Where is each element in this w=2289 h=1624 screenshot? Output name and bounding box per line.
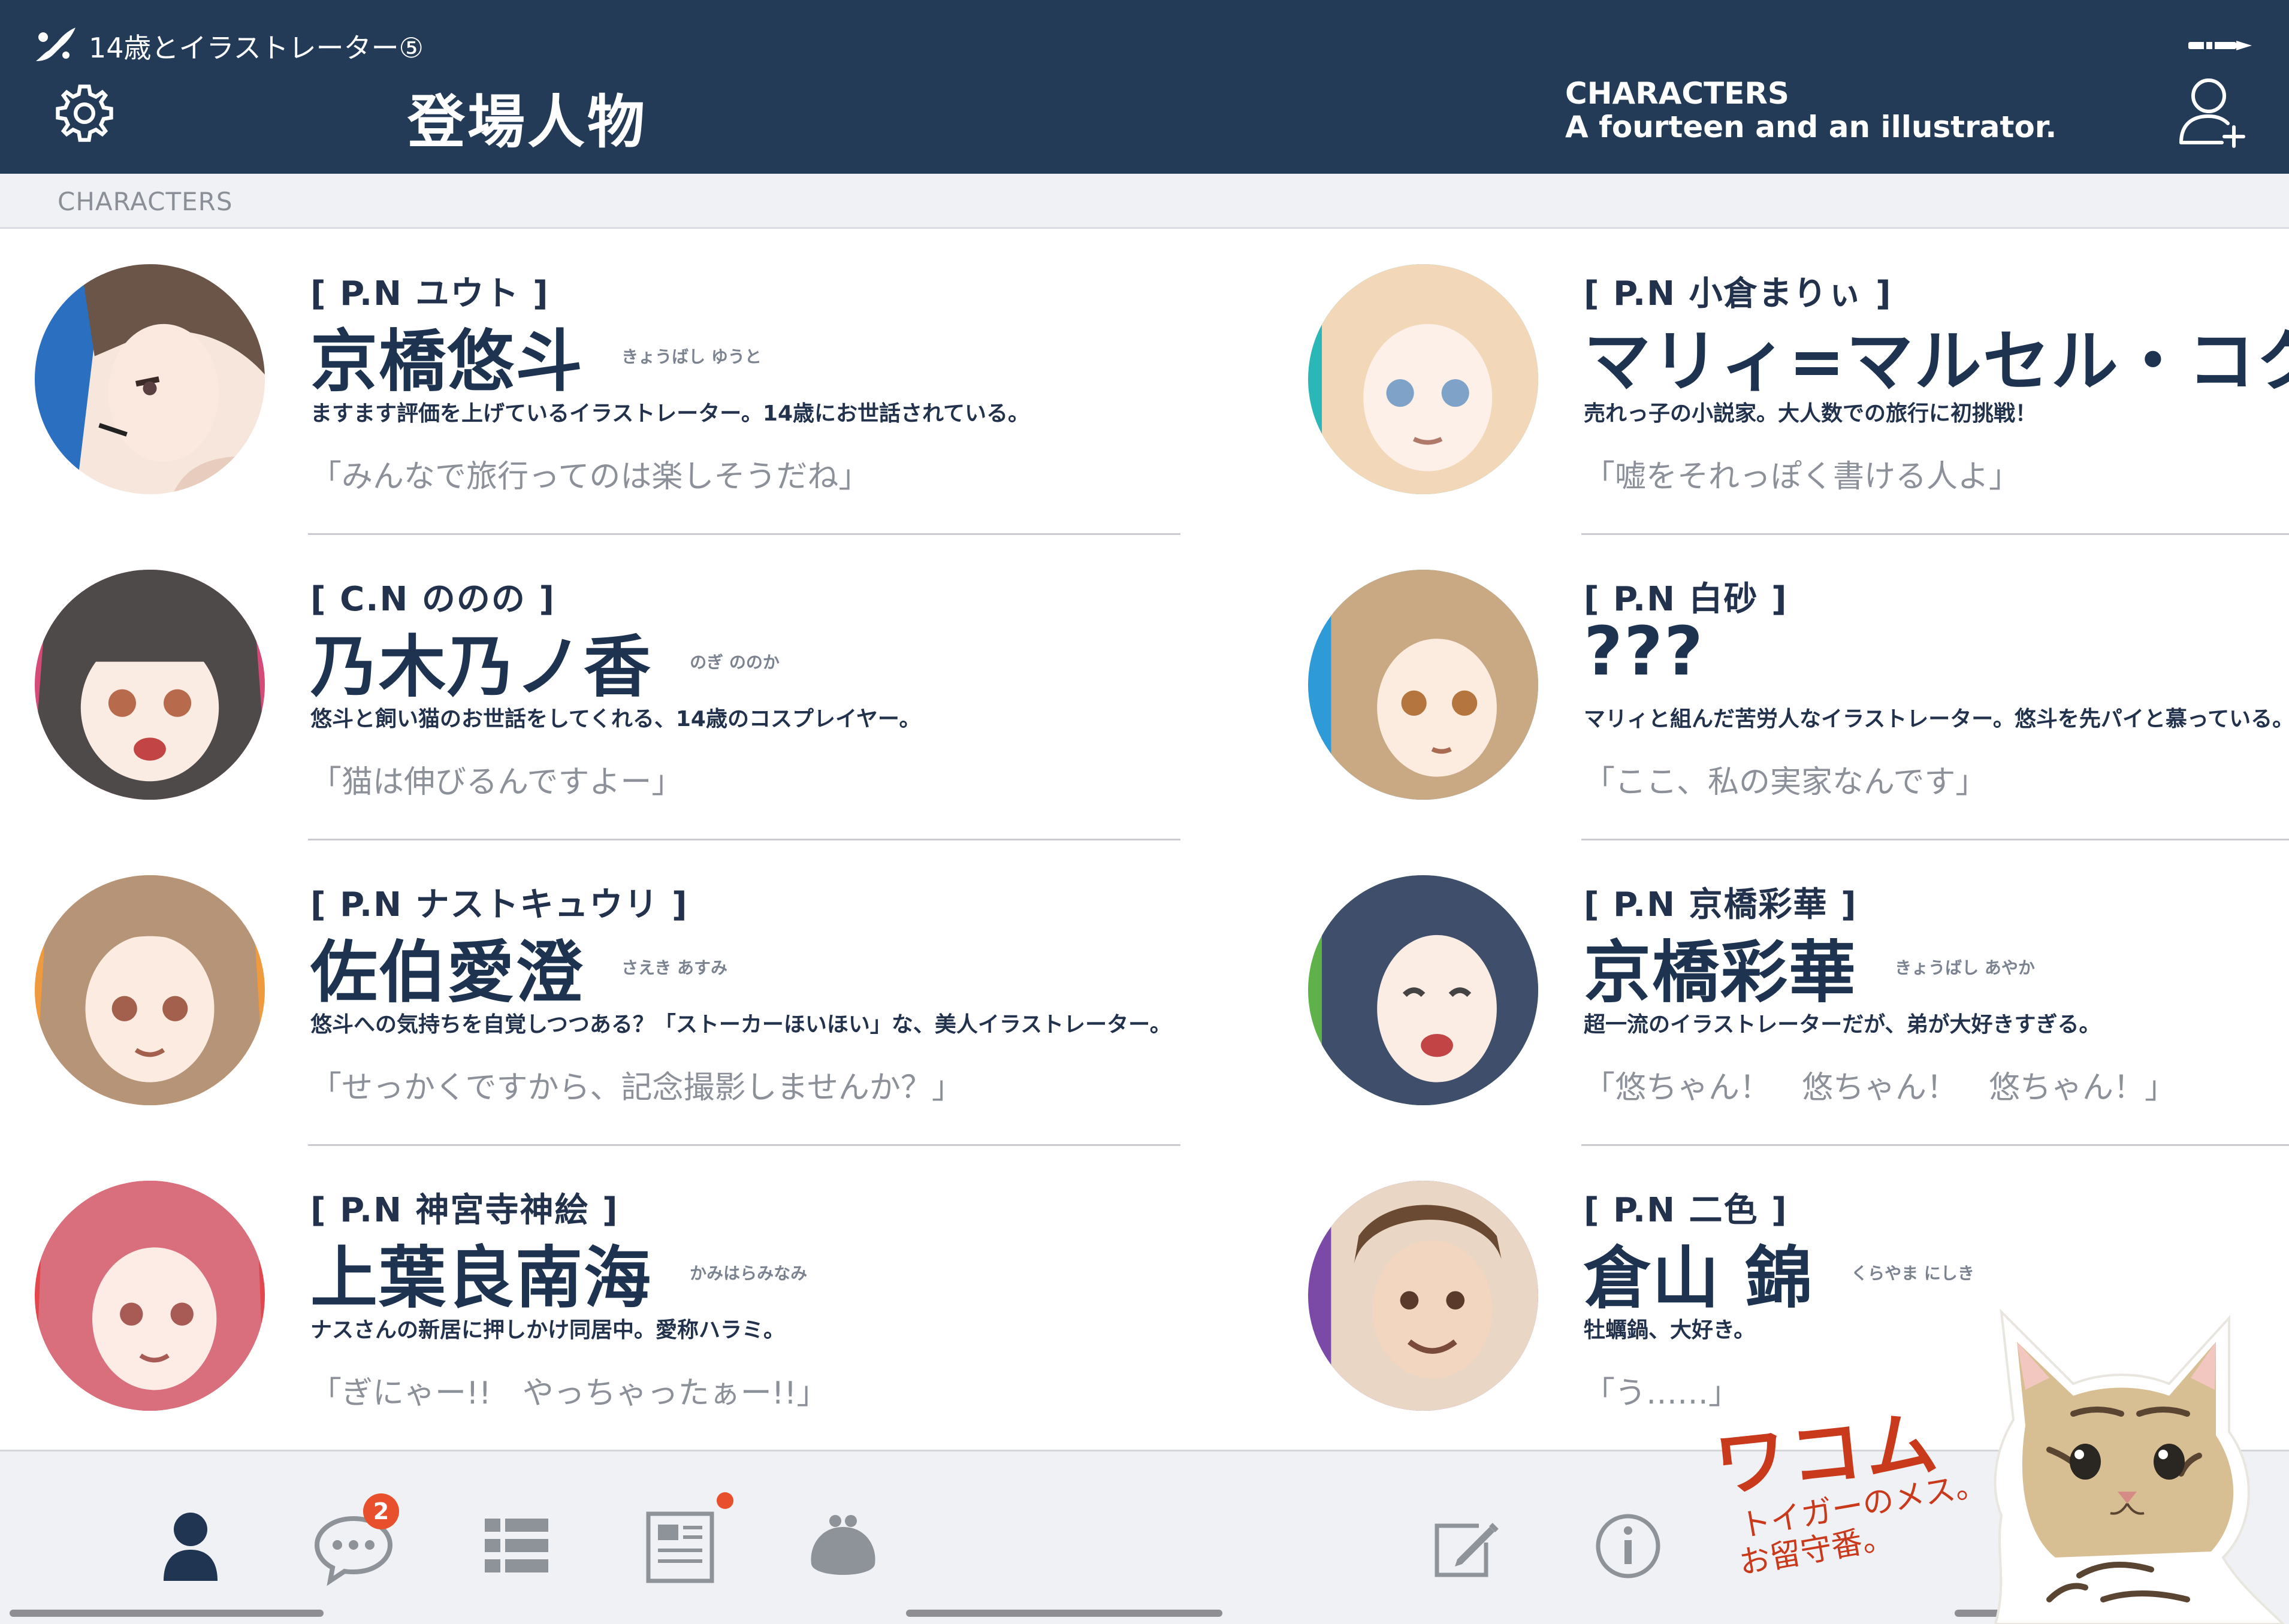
name-reading: かみはらみなみ [690, 1263, 808, 1283]
name-row: 京橋悠斗 きょうばし ゆうと [310, 307, 762, 404]
cat-illustration [1994, 1308, 2285, 1624]
character-name: 上葉良南海 [310, 1239, 652, 1317]
character-avatar [1308, 264, 1538, 494]
character-list: [ P.N ユウト ] 京橋悠斗 きょうばし ゆうと ますます評価を上げているイ… [0, 231, 2289, 1450]
row-divider [1581, 533, 2289, 535]
name-row: 佐伯愛澄 さえき あすみ [310, 918, 727, 1015]
character-description: 悠斗と飼い猫のお世話をしてくれる、14歳のコスプレイヤー。 [310, 707, 921, 731]
add-user-icon[interactable] [2175, 72, 2247, 150]
character-quote: 「う……」 [1584, 1375, 1740, 1411]
name-reading: きょうばし あやか [1895, 958, 2035, 978]
tab-info[interactable] [1583, 1504, 1673, 1588]
home-indicator-middle [906, 1610, 1222, 1617]
pen-icon [2188, 41, 2252, 50]
character-name: 京橋悠斗 [310, 323, 584, 401]
character-name: ??? [1584, 613, 1704, 691]
person-icon [164, 1513, 218, 1581]
english-title-line2: A fourteen and an illustrator. [1565, 110, 2057, 144]
character-card-nonoka[interactable]: [ C.N ののの ] 乃木乃ノ香 のぎ ののか 悠斗と飼い猫のお世話をしてくれ… [35, 536, 1180, 842]
row-divider [308, 533, 1180, 535]
character-avatar [35, 1181, 265, 1411]
name-row: 京橋彩華 きょうばし あやか [1584, 918, 2035, 1015]
newspaper-icon [646, 1511, 714, 1583]
row-divider [308, 1144, 1180, 1146]
info-icon [1596, 1514, 1660, 1578]
tab-purse[interactable] [798, 1504, 888, 1588]
unread-badge: 2 [363, 1493, 399, 1529]
tab-list[interactable] [472, 1504, 561, 1588]
list-icon [485, 1519, 548, 1572]
name-reading: くらやま にしき [1851, 1263, 1974, 1283]
settings-gear-icon[interactable] [53, 81, 116, 145]
character-description: 悠斗への気持ちを自覚しつつある？「ストーカーほいほい」な、美人イラストレーター。 [310, 1012, 1171, 1037]
character-card-asumi[interactable]: [ P.N ナストキュウリ ] 佐伯愛澄 さえき あすみ 悠斗への気持ちを自覚し… [35, 842, 1180, 1147]
character-quote: 「ここ、私の実家なんです」 [1584, 764, 1987, 800]
tab-news[interactable] [635, 1504, 725, 1588]
character-name: 乃木乃ノ香 [310, 628, 652, 706]
name-row: 上葉良南海 かみはらみなみ [310, 1224, 807, 1321]
row-divider [1581, 1144, 2289, 1146]
character-description: ますます評価を上げているイラストレーター。14歳にお世話されている。 [310, 401, 1029, 426]
header-bar: 14歳とイラストレーター⑤ 登場人物 CHARACTERS A fourteen… [0, 0, 2289, 174]
character-card-ayaka[interactable]: [ P.N 京橋彩華 ] 京橋彩華 きょうばし あやか 超一流のイラストレーター… [1308, 842, 2289, 1147]
character-name: マリィ=マルセル・コクラ [1584, 323, 2289, 401]
name-reading: さえき あすみ [621, 958, 728, 978]
character-avatar [1308, 1181, 1538, 1411]
character-quote: 「嘘をそれっぽく書ける人よ」 [1584, 459, 2021, 495]
name-reading: のぎ ののか [690, 652, 780, 672]
home-indicator-left [10, 1610, 324, 1617]
english-title-line1: CHARACTERS [1565, 76, 1789, 111]
character-description: 超一流のイラストレーターだが、弟が大好きすぎる。 [1584, 1012, 2101, 1037]
name-row: 乃木乃ノ香 のぎ ののか [310, 613, 780, 710]
book-subtitle: 14歳とイラストレーター⑤ [89, 32, 424, 64]
character-avatar [1308, 570, 1538, 800]
news-notification-dot [717, 1492, 733, 1509]
row-divider [308, 839, 1180, 840]
name-row: 倉山 錦 くらやま にしき [1584, 1224, 1974, 1321]
name-row: マリィ=マルセル・コクラ [1584, 307, 2289, 404]
character-quote: 「悠ちゃん！ 悠ちゃん！ 悠ちゃん！」 [1584, 1070, 2176, 1106]
edit-note-icon [1435, 1523, 1499, 1577]
character-quote: 「猫は伸びるんですよー」 [310, 764, 683, 800]
row-divider [1581, 839, 2289, 840]
character-card-minami[interactable]: [ P.N 神宮寺神絵 ] 上葉良南海 かみはらみなみ ナスさんの新居に押しかけ… [35, 1147, 1101, 1453]
name-row: ??? [1584, 613, 1704, 691]
tab-characters[interactable] [146, 1504, 235, 1588]
character-name: 京橋彩華 [1584, 934, 1857, 1012]
character-quote: 「せっかくですから、記念撮影しませんか？」 [310, 1070, 963, 1106]
character-description: 売れっ子の小説家。大人数での旅行に初挑戦！ [1584, 401, 2037, 426]
character-name: 倉山 錦 [1584, 1239, 1813, 1317]
character-avatar [35, 875, 265, 1105]
character-avatar [1308, 875, 1538, 1105]
character-description: マリィと組んだ苦労人なイラストレーター。悠斗を先パイと慕っている。 [1584, 707, 2289, 731]
brush-logo-icon [36, 28, 76, 61]
section-header: CHARACTERS [0, 174, 2289, 229]
name-reading: きょうばし ゆうと [621, 347, 762, 367]
character-avatar [35, 570, 265, 800]
page-title: 登場人物 [407, 89, 647, 156]
character-description: ナスさんの新居に押しかけ同居中。愛称ハラミ。 [310, 1318, 786, 1342]
character-quote: 「ぎにゃー!! やっちゃったぁー!!」 [310, 1375, 828, 1411]
character-card-shirasuna[interactable]: [ P.N 白砂 ] ??? マリィと組んだ苦労人なイラストレーター。悠斗を先パ… [1308, 536, 2289, 842]
character-card-mary[interactable]: [ P.N 小倉まりぃ ] マリィ=マルセル・コクラ 売れっ子の小説家。大人数で… [1308, 231, 2289, 536]
character-card-yuto[interactable]: [ P.N ユウト ] 京橋悠斗 きょうばし ゆうと ますます評価を上げているイ… [35, 231, 1180, 536]
english-title: CHARACTERS A fourteen and an illustrator… [1565, 77, 2057, 144]
tab-edit[interactable] [1420, 1504, 1510, 1588]
section-label: CHARACTERS [58, 187, 233, 216]
character-description: 牡蠣鍋、大好き。 [1584, 1318, 1756, 1342]
character-avatar [35, 264, 265, 494]
purse-icon [811, 1515, 875, 1575]
character-name: 佐伯愛澄 [310, 934, 584, 1012]
character-quote: 「みんなで旅行ってのは楽しそうだね」 [310, 459, 870, 495]
